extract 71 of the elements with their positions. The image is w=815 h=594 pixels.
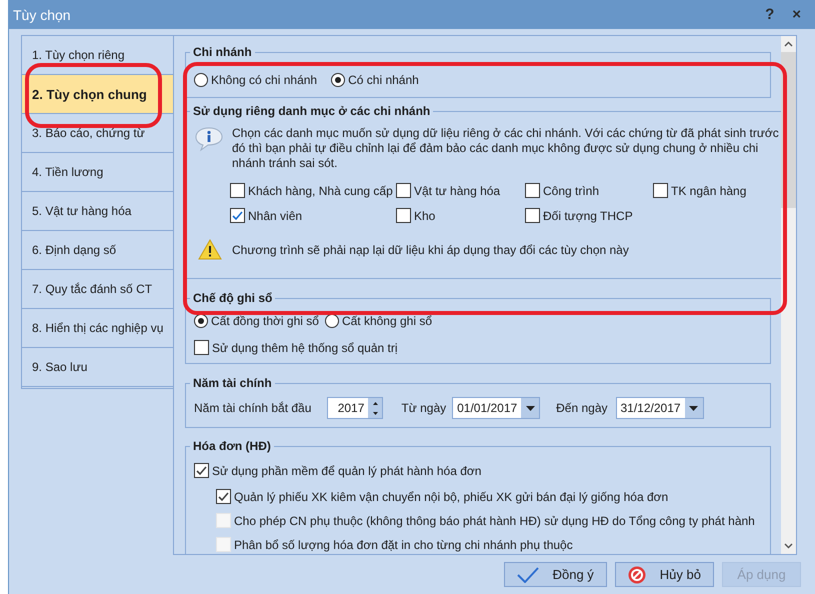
- info-icon: [194, 126, 224, 152]
- group-title: Năm tài chính: [192, 376, 273, 390]
- checkmark-icon: [516, 566, 539, 582]
- radio-button[interactable]: [331, 73, 346, 87]
- checkbox-label: Sử dụng thêm hệ thống sổ quản trị: [212, 340, 398, 354]
- warning-icon: [198, 239, 222, 260]
- dropdown-button[interactable]: [684, 398, 702, 418]
- checkbox[interactable]: [396, 183, 411, 198]
- radio-label: Cất không ghi sổ: [342, 314, 432, 328]
- checkbox-label: Kho: [414, 208, 436, 222]
- checkbox[interactable]: [230, 183, 245, 198]
- checkmark-icon: [218, 492, 229, 502]
- checkbox[interactable]: [525, 208, 540, 223]
- checkbox[interactable]: [230, 208, 245, 223]
- checkbox-label: Khách hàng, Nhà cung cấp: [248, 184, 393, 198]
- warning-text: Chương trình sẽ phải nạp lại dữ liệu khi áp dụng thay đổi các tùy chọn này: [232, 242, 629, 256]
- sidebar-item[interactable]: 5. Vật tư hàng hóa: [22, 192, 173, 231]
- checkmark-icon: [196, 466, 207, 476]
- checkbox-label: TK ngân hàng: [671, 184, 746, 198]
- chevron-down-icon: [784, 543, 793, 549]
- field-label: Đến ngày: [556, 401, 608, 415]
- info-text: Chọn các danh mục muốn sử dụng dữ liệu riêng ở các chi nhánh. Với các chứng từ đã phát sinh trước đó thì bạn phải tự điều chỉnh lại để đảm bảo các danh mục không được sử dụng chung ở nhiều chi nhánh tránh sai sót.: [232, 126, 780, 171]
- sidebar-item[interactable]: 7. Quy tắc đánh số CT: [22, 270, 173, 309]
- group-title: Chi nhánh: [192, 45, 253, 59]
- checkbox-label: Công trình: [543, 184, 600, 198]
- date-picker[interactable]: 31/12/2017: [616, 397, 704, 419]
- sidebar-item[interactable]: 8. Hiển thị các nghiệp vụ: [22, 309, 173, 348]
- checkbox[interactable]: [194, 463, 209, 478]
- checkbox-label: Sử dụng phần mềm để quản lý phát hành hóa đơn: [212, 464, 482, 478]
- radio-button[interactable]: [194, 314, 208, 328]
- checkbox[interactable]: [653, 183, 668, 198]
- radio-label: Cất đồng thời ghi sổ: [211, 314, 319, 328]
- checkbox-label: Quản lý phiếu XK kiêm vận chuyển nội bộ, phiếu XK gửi bán đại lý giống hóa đơn: [234, 490, 668, 504]
- sidebar-item[interactable]: 6. Định dạng số: [22, 231, 173, 270]
- field-label: Từ ngày: [401, 401, 446, 415]
- checkbox[interactable]: [194, 340, 209, 355]
- dropdown-button[interactable]: [521, 398, 540, 418]
- group-title: Chế độ ghi sổ: [192, 291, 274, 305]
- radio-button[interactable]: [324, 314, 339, 328]
- year-spinner[interactable]: 2017: [327, 397, 384, 419]
- checkmark-icon: [232, 210, 243, 220]
- checkbox[interactable]: [216, 489, 231, 504]
- radio-button[interactable]: [194, 73, 208, 87]
- radio-label: Không có chi nhánh: [211, 73, 318, 87]
- checkbox-label: Nhân viên: [248, 208, 302, 222]
- prohibited-icon: [628, 566, 646, 584]
- radio-label: Có chi nhánh: [348, 73, 419, 87]
- checkbox-label: Đối tượng THCP: [543, 208, 633, 222]
- window-title: Tùy chọn: [13, 6, 72, 22]
- caret-up-icon: [372, 402, 378, 404]
- checkbox-label: Cho phép CN phụ thuộc (không thông báo phát hành HĐ) sử dụng HĐ do Tổng công ty phát hành: [234, 514, 755, 528]
- checkbox-label: Phân bổ số lượng hóa đơn đặt in cho từng chi nhánh phụ thuộc: [234, 538, 573, 552]
- sidebar-item[interactable]: 2. Tùy chọn chung: [22, 75, 173, 114]
- cancel-button[interactable]: Hủy bỏ: [614, 562, 714, 587]
- chevron-up-icon: [784, 41, 793, 47]
- sidebar-item[interactable]: 9. Sao lưu: [22, 348, 173, 387]
- ok-button[interactable]: Đồng ý: [504, 562, 607, 587]
- help-button[interactable]: ?: [759, 6, 780, 23]
- date-picker[interactable]: 01/01/2017: [452, 397, 540, 419]
- group-title: Hóa đơn (HĐ): [192, 439, 272, 453]
- field-label: Năm tài chính bắt đầu: [194, 401, 312, 415]
- checkbox[interactable]: [525, 183, 540, 198]
- caret-icon: [372, 412, 378, 414]
- group-title: Sử dụng riêng danh mục ở các chi nhánh: [192, 104, 432, 118]
- caret-icon: [526, 406, 535, 410]
- close-button[interactable]: ×: [786, 6, 807, 23]
- checkbox[interactable]: [396, 208, 411, 223]
- caret-icon: [689, 406, 698, 410]
- sidebar-item[interactable]: 4. Tiền lương: [22, 153, 173, 192]
- checkbox-label: Vật tư hàng hóa: [414, 184, 500, 198]
- sidebar-item[interactable]: 3. Báo cáo, chứng từ: [22, 114, 173, 153]
